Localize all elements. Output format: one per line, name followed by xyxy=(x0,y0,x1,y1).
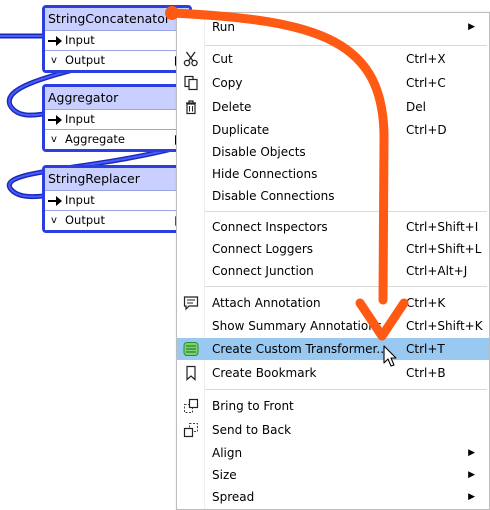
menu-item-cut[interactable]: Cut Ctrl+X xyxy=(177,48,489,70)
output-port[interactable]: v Output xyxy=(45,50,189,70)
menu-item-duplicate[interactable]: Duplicate Ctrl+D xyxy=(177,119,489,141)
menu-item-label: Hide Connections xyxy=(212,167,318,181)
menu-item-label: Bring to Front xyxy=(212,399,294,413)
menu-item-label: Run xyxy=(212,20,236,34)
menu-item-label: Spread xyxy=(212,490,255,504)
menu-item-label: Align xyxy=(212,446,243,460)
mouse-cursor-icon xyxy=(383,345,397,367)
output-port[interactable]: v Output xyxy=(45,210,189,230)
menu-item-connect-loggers[interactable]: Connect Loggers Ctrl+Shift+L xyxy=(177,238,489,260)
input-port[interactable]: Input xyxy=(45,190,189,210)
trash-icon xyxy=(186,100,196,115)
menu-item-send-to-back[interactable]: Send to Back xyxy=(177,419,489,441)
menu-item-create-bookmark[interactable]: Create Bookmark Ctrl+B xyxy=(177,362,489,384)
menu-item-label: Copy xyxy=(212,76,243,90)
menu-item-shortcut: Ctrl+Shift+K xyxy=(406,319,483,333)
menu-item-show-summary-annotations[interactable]: Show Summary Annotations Ctrl+Shift+K xyxy=(177,315,489,337)
menu-separator xyxy=(205,211,487,212)
menu-item-label: Connect Junction xyxy=(212,264,314,278)
bring-front-icon xyxy=(184,398,199,413)
menu-item-delete[interactable]: Delete Del xyxy=(177,96,489,118)
input-arrow-icon xyxy=(48,115,62,125)
input-arrow-icon xyxy=(48,196,62,206)
input-arrow-icon xyxy=(48,36,62,46)
transformer-stringconcatenator[interactable]: StringConcatenator Input v Output xyxy=(42,5,192,73)
menu-item-label: Show Summary Annotations xyxy=(212,319,383,333)
menu-item-label: Cut xyxy=(212,52,233,66)
menu-item-copy[interactable]: Copy Ctrl+C xyxy=(177,72,489,94)
menu-item-shortcut: Ctrl+Alt+J xyxy=(406,264,468,278)
menu-item-spread[interactable]: Spread ▶ xyxy=(177,486,489,508)
menu-item-label: Delete xyxy=(212,100,252,114)
submenu-arrow-icon: ▶ xyxy=(468,448,475,458)
menu-item-create-custom-transformer[interactable]: Create Custom Transformer... Ctrl+T xyxy=(177,338,489,360)
port-label: Input xyxy=(65,33,95,47)
menu-item-connect-junction[interactable]: Connect Junction Ctrl+Alt+J xyxy=(177,260,489,282)
menu-item-shortcut: Ctrl+C xyxy=(406,76,446,90)
port-label: Output xyxy=(65,213,105,227)
menu-separator xyxy=(205,45,487,46)
transformer-title[interactable]: Aggregator xyxy=(45,87,189,109)
menu-item-label: Send to Back xyxy=(212,423,292,437)
menu-item-run[interactable]: Run ▶ xyxy=(177,16,489,38)
menu-item-label: Create Custom Transformer... xyxy=(212,342,388,356)
menu-item-shortcut: Ctrl+Shift+L xyxy=(406,242,482,256)
transformer-title[interactable]: StringConcatenator xyxy=(45,8,189,30)
chevron-down-icon[interactable]: v xyxy=(51,130,57,149)
port-label: Input xyxy=(65,193,95,207)
menu-item-hide-connections[interactable]: Hide Connections xyxy=(177,163,489,185)
menu-item-shortcut: Ctrl+Shift+I xyxy=(406,220,479,234)
menu-item-label: Duplicate xyxy=(212,123,270,137)
menu-separator xyxy=(205,286,487,287)
menu-item-shortcut: Ctrl+D xyxy=(406,123,447,137)
context-menu[interactable]: Run ▶ Cut Ctrl+X Copy Ctrl+C Delete Del … xyxy=(176,12,490,510)
transformer-aggregator[interactable]: Aggregator Input v Aggregate xyxy=(42,84,192,152)
menu-item-label: Connect Inspectors xyxy=(212,220,328,234)
menu-item-disable-objects[interactable]: Disable Objects xyxy=(177,141,489,163)
menu-separator xyxy=(205,389,487,390)
transformer-title[interactable]: StringReplacer xyxy=(45,168,189,190)
menu-item-shortcut: Ctrl+X xyxy=(406,52,446,66)
menu-item-label: Disable Objects xyxy=(212,145,306,159)
input-port[interactable]: Input xyxy=(45,109,189,129)
menu-item-shortcut: Del xyxy=(406,100,426,114)
menu-item-shortcut: Ctrl+K xyxy=(406,296,446,310)
menu-item-size[interactable]: Size ▶ xyxy=(177,464,489,486)
bookmark-icon xyxy=(186,365,196,381)
menu-item-bring-to-front[interactable]: Bring to Front xyxy=(177,395,489,417)
menu-item-label: Size xyxy=(212,468,237,482)
annotation-icon xyxy=(183,296,199,311)
submenu-arrow-icon: ▶ xyxy=(468,492,475,502)
menu-item-shortcut: Ctrl+B xyxy=(406,366,446,380)
scissors-icon xyxy=(183,51,198,67)
menu-item-connect-inspectors[interactable]: Connect Inspectors Ctrl+Shift+I xyxy=(177,216,489,238)
port-label: Aggregate xyxy=(65,132,125,146)
menu-item-align[interactable]: Align ▶ xyxy=(177,442,489,464)
menu-item-label: Attach Annotation xyxy=(212,296,321,310)
menu-item-attach-annotation[interactable]: Attach Annotation Ctrl+K xyxy=(177,292,489,314)
output-port[interactable]: v Aggregate xyxy=(45,129,189,149)
copy-icon xyxy=(184,75,198,91)
menu-item-label: Disable Connections xyxy=(212,189,335,203)
submenu-arrow-icon: ▶ xyxy=(468,22,475,32)
transformer-stringreplacer[interactable]: StringReplacer Input v Output xyxy=(42,165,192,233)
chevron-down-icon[interactable]: v xyxy=(51,211,57,230)
port-label: Input xyxy=(65,112,95,126)
chevron-down-icon[interactable]: v xyxy=(51,51,57,70)
menu-item-disable-connections[interactable]: Disable Connections xyxy=(177,185,489,207)
port-label: Output xyxy=(65,53,105,67)
menu-item-label: Connect Loggers xyxy=(212,242,314,256)
send-back-icon xyxy=(183,423,198,438)
menu-item-label: Create Bookmark xyxy=(212,366,317,380)
input-port[interactable]: Input xyxy=(45,30,189,50)
menu-item-shortcut: Ctrl+T xyxy=(406,342,445,356)
submenu-arrow-icon: ▶ xyxy=(468,470,475,480)
custom-transformer-icon xyxy=(183,342,199,356)
